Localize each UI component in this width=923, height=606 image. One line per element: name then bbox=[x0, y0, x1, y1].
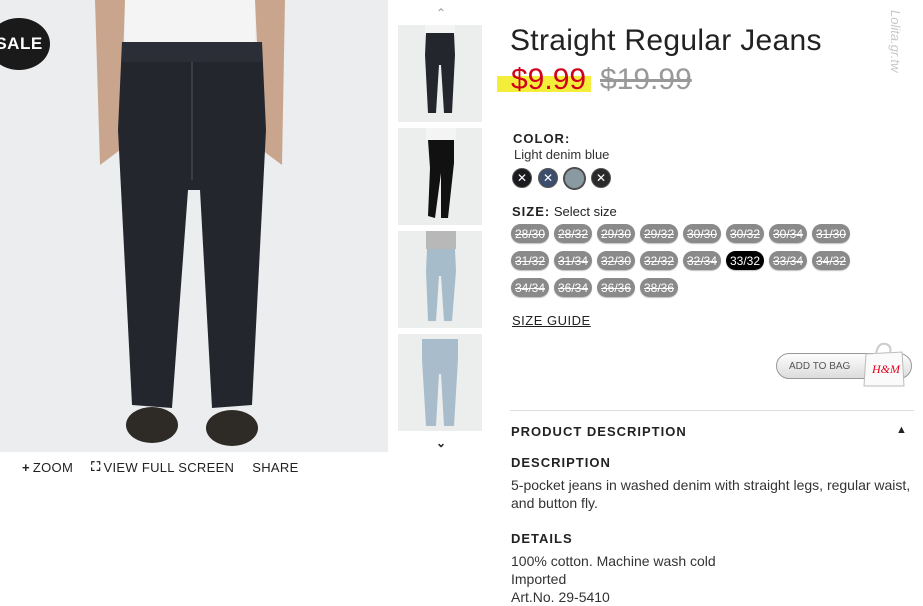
size-option[interactable]: 28/32 bbox=[554, 224, 592, 243]
size-option[interactable]: 31/30 bbox=[812, 224, 850, 243]
share-label: SHARE bbox=[252, 459, 299, 475]
size-option[interactable]: 32/34 bbox=[683, 251, 721, 270]
size-option-selected[interactable]: 33/32 bbox=[726, 251, 764, 270]
color-value: Light denim blue bbox=[514, 147, 610, 162]
size-placeholder: Select size bbox=[553, 204, 617, 219]
size-option[interactable]: 36/36 bbox=[597, 278, 635, 297]
chevron-down-icon[interactable]: ⌄ bbox=[436, 436, 446, 450]
color-swatches: ✕ ✕ ✕ bbox=[512, 168, 611, 189]
size-option[interactable]: 31/34 bbox=[554, 251, 592, 270]
zoom-button[interactable]: + ZOOM bbox=[22, 459, 73, 475]
full-screen-label: VIEW FULL SCREEN bbox=[103, 459, 235, 475]
size-option[interactable]: 34/34 bbox=[511, 278, 549, 297]
details-line: 100% cotton. Machine wash cold bbox=[511, 553, 716, 569]
thumbnail-3[interactable] bbox=[398, 231, 482, 328]
full-screen-button[interactable]: ⛶ VIEW FULL SCREEN bbox=[91, 459, 234, 475]
details-line: Art.No. 29-5410 bbox=[511, 589, 610, 605]
size-option[interactable]: 30/32 bbox=[726, 224, 764, 243]
size-option[interactable]: 30/34 bbox=[769, 224, 807, 243]
thumbnail-dark-jeans-front bbox=[425, 25, 455, 113]
size-option[interactable]: 33/34 bbox=[769, 251, 807, 270]
thumbnail-light-jeans-model bbox=[426, 231, 456, 321]
watermark: Lolita.gr.tw bbox=[888, 10, 903, 73]
swatch-black-2[interactable]: ✕ bbox=[591, 168, 611, 188]
share-button[interactable]: SHARE bbox=[252, 459, 298, 475]
size-options: 28/30 28/32 29/30 29/32 30/30 30/32 30/3… bbox=[511, 224, 891, 297]
image-tools: + ZOOM ⛶ VIEW FULL SCREEN SHARE bbox=[22, 459, 299, 475]
color-label: COLOR: bbox=[513, 131, 571, 146]
size-label: SIZE: Select size bbox=[512, 204, 617, 219]
swatch-black[interactable]: ✕ bbox=[512, 168, 532, 188]
thumbnail-light-jeans-flat bbox=[422, 339, 458, 426]
shopping-bag-icon[interactable]: H&M bbox=[858, 340, 908, 388]
add-to-bag-label: ADD TO BAG bbox=[789, 360, 851, 372]
size-option[interactable]: 38/36 bbox=[640, 278, 678, 297]
size-guide-link[interactable]: SIZE GUIDE bbox=[512, 313, 591, 328]
size-option[interactable]: 36/34 bbox=[554, 278, 592, 297]
product-title: Straight Regular Jeans bbox=[510, 24, 822, 57]
chevron-up-icon[interactable]: ⌃ bbox=[436, 6, 446, 20]
hm-logo: H&M bbox=[871, 362, 901, 376]
size-label-text: SIZE: bbox=[512, 204, 551, 219]
original-price: $19.99 bbox=[600, 63, 692, 96]
thumbnail-4[interactable] bbox=[398, 334, 482, 431]
description-heading: DESCRIPTION bbox=[511, 455, 611, 470]
size-option[interactable]: 32/32 bbox=[640, 251, 678, 270]
plus-icon: + bbox=[22, 459, 30, 475]
details-line: Imported bbox=[511, 571, 567, 587]
sale-price: $9.99 bbox=[511, 63, 587, 96]
size-option[interactable]: 34/32 bbox=[812, 251, 850, 270]
zoom-label: ZOOM bbox=[32, 459, 74, 475]
thumbnail-black-jeans bbox=[426, 128, 456, 218]
size-option[interactable]: 32/30 bbox=[597, 251, 635, 270]
size-option[interactable]: 30/30 bbox=[683, 224, 721, 243]
product-description-header[interactable]: PRODUCT DESCRIPTION bbox=[511, 424, 687, 439]
expand-icon: ⛶ bbox=[91, 459, 101, 474]
size-option[interactable]: 28/30 bbox=[511, 224, 549, 243]
size-option[interactable]: 31/32 bbox=[511, 251, 549, 270]
collapse-arrow-icon[interactable]: ▲ bbox=[896, 424, 907, 436]
main-product-image[interactable]: SALE bbox=[0, 0, 388, 452]
thumbnail-1[interactable] bbox=[398, 25, 482, 122]
description-text: 5-pocket jeans in washed denim with stra… bbox=[511, 477, 911, 511]
thumbnail-2[interactable] bbox=[398, 128, 482, 225]
swatch-light-denim-blue[interactable] bbox=[564, 168, 585, 189]
details-heading: DETAILS bbox=[511, 531, 573, 546]
swatch-dark-denim[interactable]: ✕ bbox=[538, 168, 558, 188]
size-option[interactable]: 29/30 bbox=[597, 224, 635, 243]
size-option[interactable]: 29/32 bbox=[640, 224, 678, 243]
divider bbox=[510, 410, 914, 411]
jeans-photo bbox=[95, 0, 285, 446]
